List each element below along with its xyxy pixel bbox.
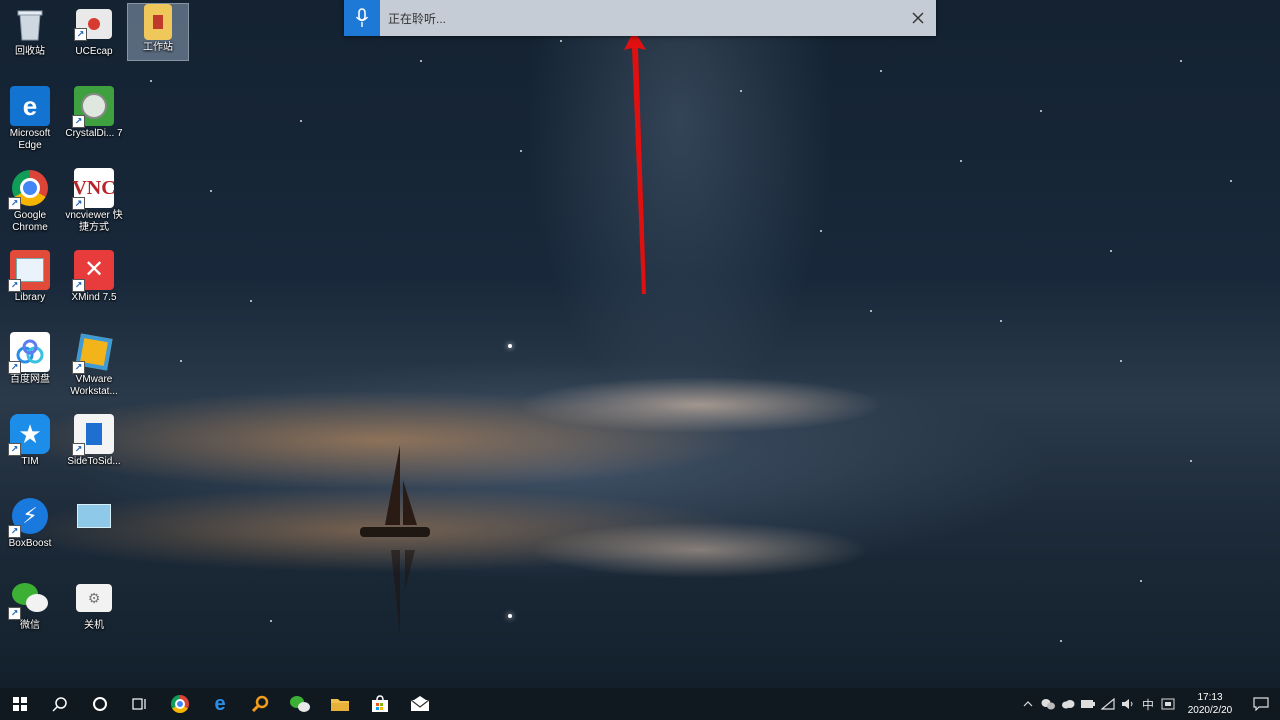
clock-time: 17:13 [1197, 692, 1223, 703]
taskbar-magnifier-app[interactable] [240, 688, 280, 720]
tray-cloud[interactable] [1058, 688, 1078, 720]
chrome-icon: ↗ [8, 168, 50, 210]
network-icon [1101, 698, 1115, 710]
system-clock[interactable]: 17:13 2020/2/20 [1178, 691, 1242, 717]
desktop-icon-workstation[interactable]: 工作站 [127, 3, 189, 61]
action-center-button[interactable] [1242, 688, 1280, 720]
vnc-icon: VNC ↗ [72, 168, 116, 210]
uccap-icon: ↗ [74, 9, 112, 41]
chevron-up-icon [1023, 701, 1033, 707]
desktop-icon-google-chrome[interactable]: ↗ Google Chrome [0, 168, 60, 234]
cortana-icon [93, 697, 107, 711]
wechat-tray-icon [1041, 699, 1055, 710]
microphone-icon [355, 8, 369, 27]
vmware-icon: ↗ [72, 332, 114, 374]
mail-icon [410, 696, 430, 711]
close-button[interactable] [900, 0, 936, 36]
tray-network[interactable] [1098, 688, 1118, 720]
desktop-icon-vncviewer[interactable]: VNC ↗ vncviewer 快捷方式 [64, 168, 124, 234]
magnifier-app-icon [251, 695, 269, 713]
taskbar-chrome[interactable] [160, 688, 200, 720]
desktop-icon-baidu-netdisk[interactable]: ↗ 百度网盘 [0, 332, 60, 386]
desktop-icon-tim[interactable]: ★ ↗ TIM [0, 414, 60, 468]
search-icon [52, 697, 67, 712]
desktop-icon-sidetoside[interactable]: ↗ SideToSid... [64, 414, 124, 468]
desktop-icon-shutdown[interactable]: ⚙ 关机 [64, 578, 124, 632]
baidu-netdisk-icon: ↗ [8, 332, 50, 374]
tim-icon: ★ ↗ [8, 414, 50, 456]
taskbar-store[interactable] [360, 688, 400, 720]
wechat-icon [290, 696, 310, 712]
desktop-wallpaper [0, 0, 1280, 688]
desktop-icon-xmind[interactable]: ✕ ↗ XMind 7.5 [64, 250, 124, 304]
desktop-icon-vmware[interactable]: ↗ VMware Workstat... [64, 332, 124, 398]
desktop-icon-wechat[interactable]: ↗ 微信 [0, 578, 60, 632]
start-button[interactable] [0, 688, 40, 720]
desktop-icon-crystaldisk[interactable]: ↗ CrystalDi... 7 [64, 86, 124, 140]
edge-icon: e [10, 86, 50, 126]
cortana-button[interactable] [80, 688, 120, 720]
taskbar-mail[interactable] [400, 688, 440, 720]
xmind-icon: ✕ ↗ [72, 250, 114, 292]
desktop-icon-microsoft-edge[interactable]: e Microsoft Edge [0, 86, 60, 152]
windows-start-icon [13, 697, 27, 711]
battery-icon [1081, 700, 1095, 708]
boxboost-icon: ⚡ ↗ [8, 496, 50, 538]
task-view-button[interactable] [120, 688, 160, 720]
desktop-icon-library[interactable]: ↗ Library [0, 250, 60, 304]
tray-ime-mode[interactable] [1158, 688, 1178, 720]
desktop-icon-remote-display[interactable] [64, 496, 124, 538]
desktop-icon-recycle-bin[interactable]: 回收站 [0, 4, 60, 58]
ime-indicator[interactable]: 中 [1138, 688, 1158, 720]
volume-icon [1122, 699, 1133, 709]
show-hidden-icons[interactable] [1018, 688, 1038, 720]
shutdown-icon: ⚙ [76, 584, 112, 612]
desktop-icon-uccap[interactable]: ↗ UCEcap [64, 4, 124, 58]
notification-icon [1253, 697, 1269, 711]
taskbar: e 中 17:13 2020/2/20 [0, 688, 1280, 720]
taskbar-file-explorer[interactable] [320, 688, 360, 720]
taskbar-edge[interactable]: e [200, 688, 240, 720]
edge-icon: e [214, 692, 226, 715]
tray-volume[interactable] [1118, 688, 1138, 720]
close-icon [912, 12, 924, 24]
store-icon [372, 695, 388, 712]
library-icon: ↗ [8, 250, 50, 292]
task-view-icon [132, 698, 146, 710]
microphone-button[interactable] [344, 0, 380, 36]
crystaldisk-icon: ↗ [72, 86, 114, 128]
sidetoside-icon: ↗ [72, 414, 114, 456]
desktop-icon-boxboost[interactable]: ⚡ ↗ BoxBoost [0, 496, 60, 550]
file-explorer-icon [331, 699, 349, 711]
clock-date: 2020/2/20 [1187, 705, 1233, 716]
tray-wechat[interactable] [1038, 688, 1058, 720]
keyboard-mode-icon [1161, 698, 1175, 710]
search-button[interactable] [40, 688, 80, 720]
voice-dictation-bar: 正在聆听... [344, 0, 936, 36]
wechat-icon: ↗ [8, 578, 50, 620]
cloud-icon [1062, 700, 1075, 709]
remote-display-icon [74, 496, 114, 536]
dictation-status: 正在聆听... [388, 11, 447, 26]
annotation-arrow [624, 30, 646, 294]
recycle-bin-icon [10, 4, 50, 44]
chrome-icon [171, 695, 189, 713]
taskbar-wechat[interactable] [280, 688, 320, 720]
tray-battery[interactable] [1078, 688, 1098, 720]
workstation-folder-icon [144, 4, 172, 40]
system-tray: 中 17:13 2020/2/20 [1018, 688, 1280, 720]
